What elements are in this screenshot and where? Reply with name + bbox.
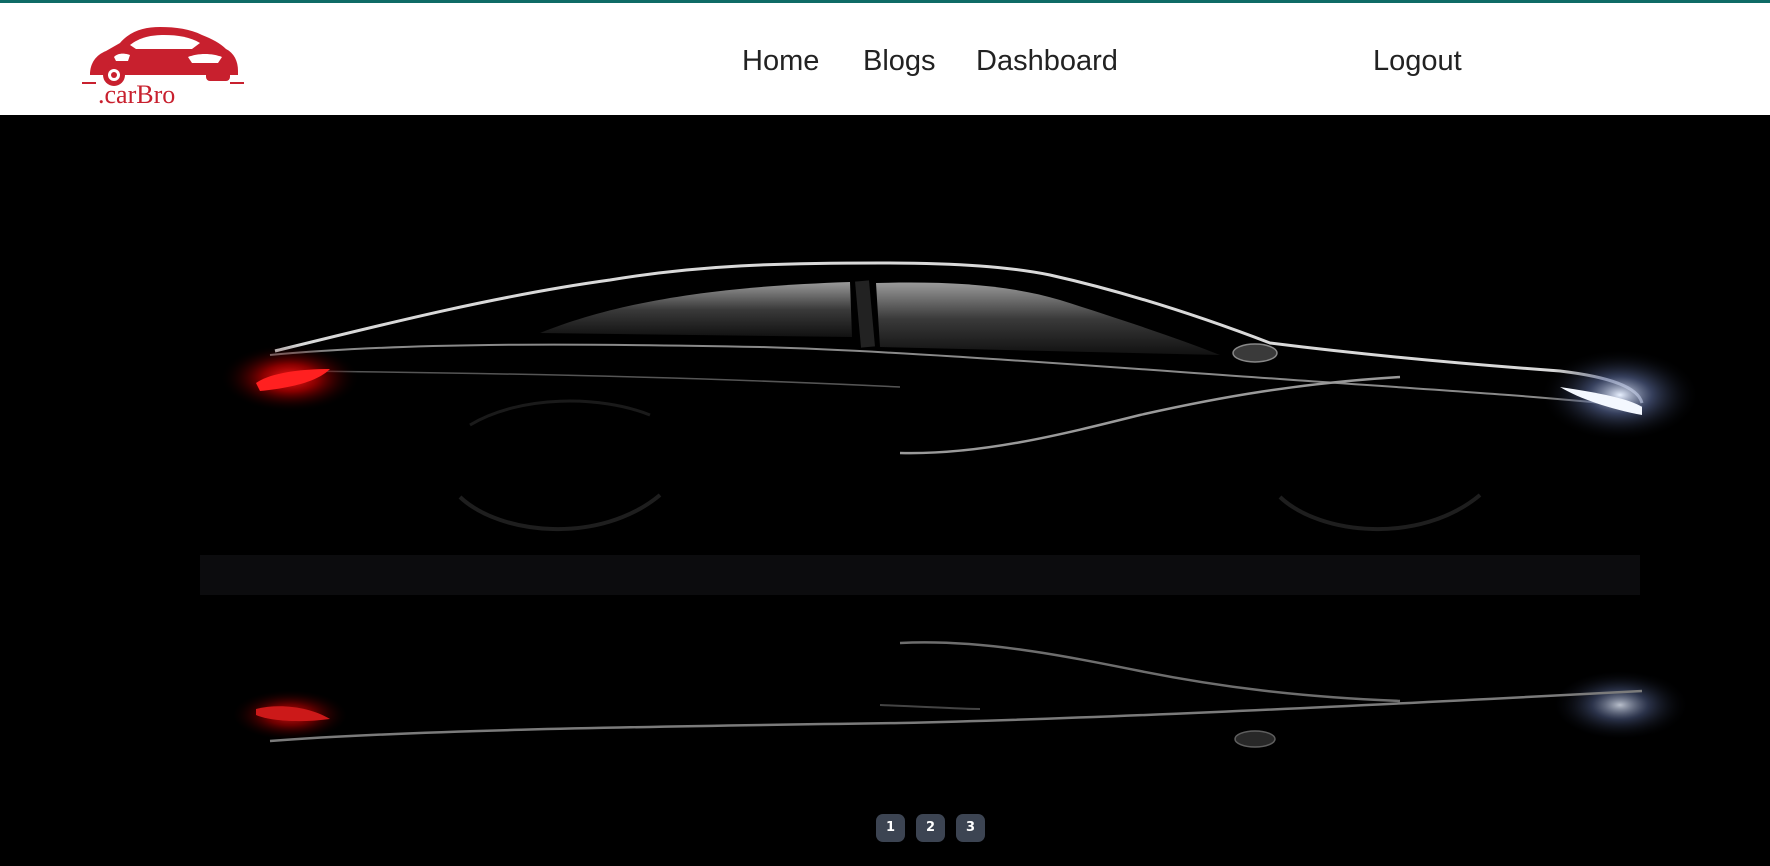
carousel-page-1-button[interactable]: 1 xyxy=(876,814,905,842)
nav-link-dashboard[interactable]: Dashboard xyxy=(976,41,1118,81)
nav-link-home[interactable]: Home xyxy=(742,41,819,81)
carousel-page-2-button[interactable]: 2 xyxy=(916,814,945,842)
hero-carousel xyxy=(0,115,1770,866)
nav-link-blogs[interactable]: Blogs xyxy=(863,41,936,81)
logout-link[interactable]: Logout xyxy=(1373,41,1462,81)
main-nav: Home Blogs Dashboard Logout xyxy=(0,41,1770,81)
car-silhouette-image xyxy=(200,261,1700,748)
carousel-page-3-button[interactable]: 3 xyxy=(956,814,985,842)
svg-text:.carBro: .carBro xyxy=(98,80,175,105)
site-header: .carBro Home Blogs Dashboard Logout xyxy=(0,3,1770,115)
